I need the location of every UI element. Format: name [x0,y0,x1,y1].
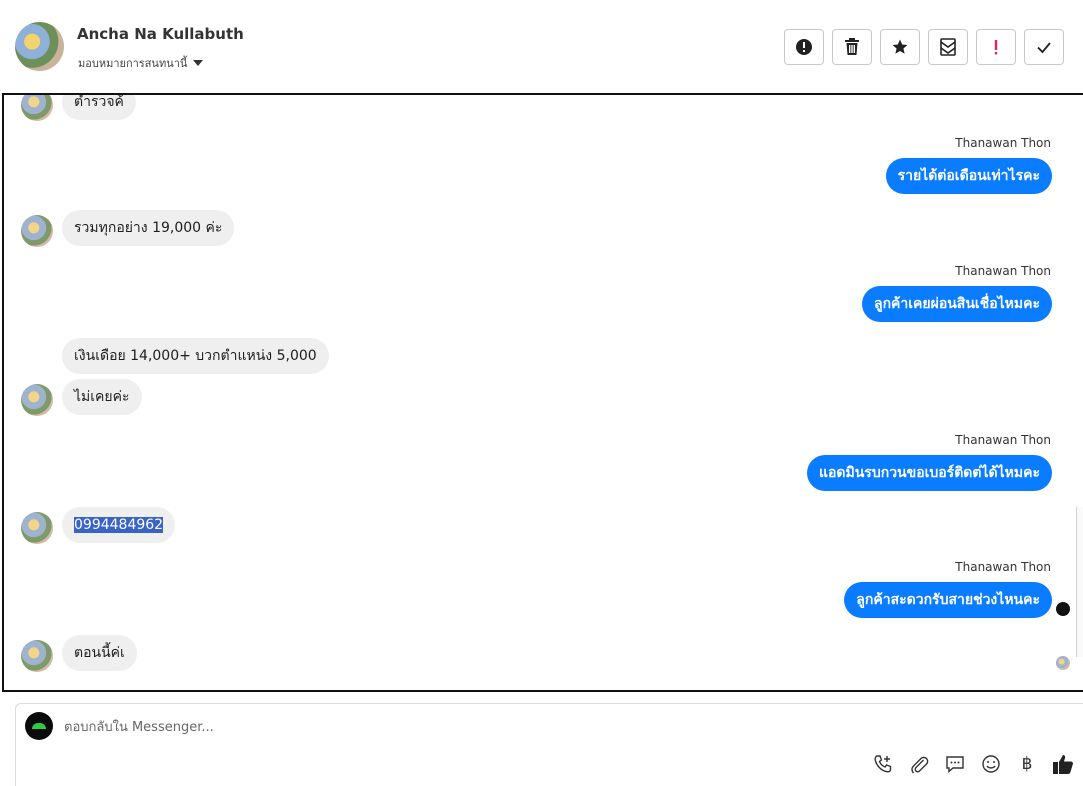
outgoing-message[interactable]: แอดมินรบกวนขอเบอร์ติดต่ได้ไหมคะ [806,455,1052,491]
contact-message-avatar[interactable] [21,640,53,672]
assign-label: มอบหมายการสนทนานี้ [78,57,188,70]
report-button[interactable] [784,29,824,65]
outgoing-message[interactable]: รายได้ต่อเดือนเท่าไรคะ [885,158,1052,194]
sender-name: Thanawan Thon [955,136,1051,150]
delete-button[interactable] [832,29,872,65]
page-read-receipt-icon [1056,602,1070,616]
contact-message-avatar[interactable] [21,95,53,121]
conversation-header: Ancha Na Kullabuth มอบหมายการสนทนานี้ [0,0,1083,92]
contact-name[interactable]: Ancha Na Kullabuth [77,25,244,43]
trash-icon [845,38,859,55]
outgoing-message[interactable]: ลูกค้าสะดวกรับสายช่วงไหนคะ [844,582,1052,618]
composer-tools: ฿ [871,752,1075,776]
incoming-message[interactable]: 0994484962 [62,507,176,543]
like-button[interactable] [1051,752,1075,776]
paperclip-icon [911,756,929,774]
baht-icon: ฿ [1021,754,1033,774]
alert-circle-icon [796,39,812,55]
side-panel-edge [1076,507,1083,657]
contact-message-avatar[interactable] [21,512,53,544]
sender-name: Thanawan Thon [955,264,1051,278]
assign-conversation-dropdown[interactable]: มอบหมายการสนทนานี้ [78,54,204,72]
thumbs-up-icon [1053,755,1073,774]
reply-input[interactable] [64,714,964,740]
call-button[interactable] [871,752,895,776]
contact-read-receipt-icon [1056,656,1070,670]
incoming-message[interactable]: รวมทุกอย่าง 19,000 ค่ะ [62,210,235,246]
smiley-icon [982,755,1000,773]
chat-bubble-icon [946,756,964,774]
check-icon [1037,42,1051,54]
sender-name: Thanawan Thon [955,433,1051,447]
exclamation-icon [994,40,998,55]
message-thread[interactable]: ตำรวจค้ Thanawan Thon รายได้ต่อเดือนเท่า… [2,93,1083,692]
envelope-icon [940,38,956,56]
page-avatar [25,712,53,740]
incoming-message[interactable]: ตอนนี้ค่เ [62,635,137,671]
mark-unread-button[interactable] [928,29,968,65]
incoming-message[interactable]: เงินเดือย 14,000+ บวกตำแหน่ง 5,000 [62,338,329,374]
saved-replies-button[interactable] [943,752,967,776]
phone-plus-icon [874,755,892,773]
payment-button[interactable]: ฿ [1015,752,1039,776]
emoji-button[interactable] [979,752,1003,776]
contact-avatar[interactable] [15,22,64,71]
attach-button[interactable] [907,752,931,776]
sender-name: Thanawan Thon [955,560,1051,574]
selected-phone-number[interactable]: 0994484962 [74,517,164,533]
outgoing-message[interactable]: ลูกค้าเคยผ่อนสินเชื่อไหมคะ [861,286,1052,322]
header-actions [784,29,1064,65]
contact-message-avatar[interactable] [21,215,53,247]
spam-button[interactable] [976,29,1016,65]
star-button[interactable] [880,29,920,65]
done-button[interactable] [1024,29,1064,65]
reply-composer: ฿ [15,703,1083,786]
caret-down-icon [193,60,204,66]
contact-message-avatar[interactable] [21,384,53,416]
star-icon [892,39,908,54]
incoming-message[interactable]: ไม่เคยค่ะ [62,379,142,415]
incoming-message[interactable]: ตำรวจค้ [62,95,136,120]
